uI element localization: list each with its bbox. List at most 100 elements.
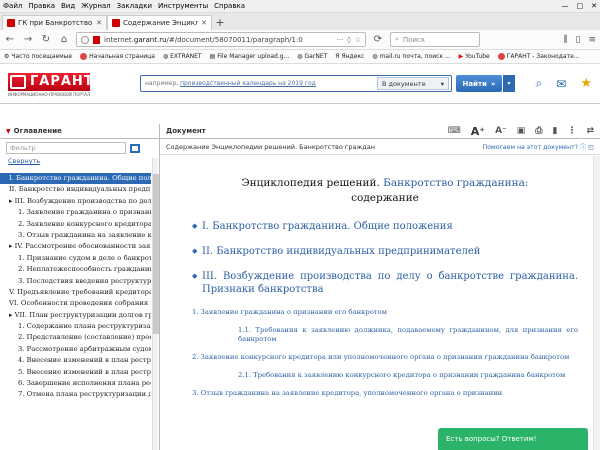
info-icon[interactable] (81, 35, 89, 44)
document-scrollbar[interactable] (593, 156, 600, 450)
save-icon[interactable]: ▣ (517, 126, 526, 136)
toc-item[interactable]: 5. Внесение изменений в план реструк (0, 367, 151, 378)
subsection-link[interactable]: 1.1. Требования к заявлению должника, по… (192, 326, 578, 344)
find-button[interactable]: Найти» (456, 75, 502, 92)
bookmark-item[interactable]: ◍ EXTRANET (163, 53, 202, 60)
back-icon[interactable]: ← (4, 34, 16, 45)
find-options-button[interactable]: ▾ (503, 75, 515, 92)
print-icon[interactable]: ⎙ (535, 126, 542, 136)
logo-subtitle: ИНФОРМАЦИОННО-ПРАВОВОЙ ПОРТАЛ (8, 91, 91, 97)
toc-item[interactable]: 2. Заявление конкурсного кредитора и (0, 219, 151, 230)
expand-icon[interactable]: ⇄ (586, 126, 594, 136)
mail-icon[interactable]: ✉ (556, 77, 566, 91)
subsection-link[interactable]: 2. Заявление конкурсного кредитора или у… (192, 353, 578, 362)
subsection-link[interactable]: 1. Заявление гражданина о признании его … (192, 308, 578, 317)
page-actions-icon[interactable]: ··· (337, 36, 344, 44)
library-icon[interactable]: ⫼ (563, 35, 567, 45)
font-decrease-icon[interactable]: A⁻ (495, 126, 507, 136)
browser-tab-1[interactable]: ГК при Банкротство гражд.. ✕ (2, 15, 107, 30)
toc-item[interactable]: 1. Заявление гражданина о признани (0, 207, 151, 218)
bookmark-item[interactable]: Начальная страница (80, 53, 155, 60)
url-text[interactable]: internet.garant.ru/#/document/58070011/p… (104, 36, 333, 44)
toc-item[interactable]: 7. Отмена плана реструктуризации дол (0, 389, 151, 400)
garant-search-input[interactable]: например, производственный календарь на … (140, 75, 452, 92)
window-controls: — □ ✕ (562, 2, 598, 10)
toc-item[interactable]: 2. Неплатежеспособность гражданина (0, 264, 151, 275)
toc-item[interactable]: 3. Рассмотрение арбитражным судом п (0, 344, 151, 355)
more-icon[interactable]: ⋮ (567, 126, 576, 136)
menu-bookmarks[interactable]: Закладки (117, 2, 152, 10)
menu-history[interactable]: Журнал (81, 2, 110, 10)
reload-page-icon[interactable]: ⟳ (372, 34, 384, 45)
reload-icon[interactable]: ↻ (40, 34, 52, 45)
toc-item[interactable]: V. Предъявление требований кредиторам (0, 287, 151, 298)
chat-widget-button[interactable]: Есть вопросы? Ответим! (438, 428, 588, 450)
toc-item[interactable]: 1. Содержание плана реструктуризаци (0, 321, 151, 332)
help-link[interactable]: Помогаем на этот документ? ⓘ ◰ (483, 142, 600, 151)
menu-help[interactable]: Справка (214, 2, 245, 10)
toc-item[interactable]: ▸ VII. План реструктуризации долгов граж… (0, 310, 151, 321)
toc-item[interactable]: VI. Особенности проведения собрания кр (0, 298, 151, 309)
toc-item[interactable]: 2. Представление (составление) проект (0, 332, 151, 343)
menu-icon[interactable]: ≡ (588, 35, 596, 45)
window-icon[interactable] (130, 143, 140, 153)
bookmark-item[interactable]: Я Яндекс (335, 53, 364, 60)
tab-contents[interactable]: ▼ Оглавление (0, 124, 159, 139)
close-window-icon[interactable]: ✕ (591, 2, 597, 10)
browser-tab-2[interactable]: Содержание Энциклопедии реш ✕ (107, 15, 212, 30)
bookmark-item[interactable]: ◍ mail.ru почта, поиск ... (372, 53, 450, 60)
bookmark-star-icon[interactable]: ☆ (355, 36, 361, 44)
font-increase-icon[interactable]: A⁺ (471, 125, 485, 138)
toc-item[interactable]: ▸ III. Возбуждение производства по делу … (0, 196, 151, 207)
bookmark-item[interactable]: ⚙ Часто посещаемые (4, 53, 72, 60)
toc-panel: ▼ Оглавление Фильтр Свернуть I. Банкротст… (0, 124, 160, 450)
maximize-icon[interactable]: □ (577, 2, 584, 10)
new-tab-button[interactable]: + (212, 15, 228, 30)
subsection-link[interactable]: 3. Отзыв гражданина на заявление кредито… (192, 389, 578, 398)
browser-menubar: Файл Правка Вид Журнал Закладки Инструме… (0, 0, 600, 13)
folder-icon: ▤ (209, 53, 216, 60)
favorites-star-icon[interactable]: ★ (580, 76, 592, 91)
garant-logo[interactable]: ГАРАНТ ИНФОРМАЦИОННО-ПРАВОВОЙ ПОРТАЛ (8, 69, 93, 99)
sidebar-icon[interactable]: ▯ (576, 35, 581, 45)
bookmark-item[interactable]: ГАРАНТ - Законодате... (497, 53, 580, 60)
filter-search-icon[interactable]: ⌕ (536, 76, 543, 91)
toc-item[interactable]: 6. Завершение исполнения плана рест (0, 378, 151, 389)
bookmark-item[interactable]: ▶ YouTube (459, 53, 490, 60)
triangle-down-icon: ▼ (6, 127, 11, 135)
toc-item[interactable]: ▸ IV. Рассмотрение обоснованности заявле (0, 241, 151, 252)
translate-icon[interactable]: ⌨ (448, 126, 461, 136)
toc-item[interactable]: I. Банкротство гражданина. Общие поло (0, 173, 151, 185)
subsection-link[interactable]: 2.1. Требования к заявлению конкурсного … (192, 371, 578, 380)
pocket-icon[interactable]: ◊ (347, 36, 350, 44)
search-scope-select[interactable]: В документе ▾ (377, 77, 449, 90)
bookmark-item[interactable]: ◍ GarNET (297, 53, 327, 60)
close-tab-icon[interactable]: ✕ (201, 19, 207, 27)
minimize-icon[interactable]: — (562, 2, 569, 10)
home-icon[interactable]: ⌂ (58, 34, 70, 45)
scrollbar-thumb[interactable] (153, 174, 159, 334)
toc-item[interactable]: 1. Признание судом в деле о банкротст (0, 253, 151, 264)
document-sections: I. Банкротство гражданина. Общие положен… (192, 220, 578, 398)
toc-item[interactable]: 3. Отзыв гражданина на заявление кр (0, 230, 151, 241)
filter-input[interactable]: Фильтр (6, 142, 126, 154)
bookmark-icon[interactable]: ▮ (553, 126, 558, 136)
toc-scrollbar[interactable] (152, 158, 159, 450)
section-link[interactable]: II. Банкротство индивидуальных предприни… (192, 245, 578, 258)
toc-item[interactable]: 3. Последствия введения реструктури (0, 276, 151, 287)
section-link[interactable]: III. Возбуждение производства по делу о … (192, 270, 578, 296)
url-bar[interactable]: internet.garant.ru/#/document/58070011/p… (76, 32, 366, 47)
close-tab-icon[interactable]: ✕ (96, 19, 102, 27)
toc-item[interactable]: 4. Внесение изменений в план реструк (0, 355, 151, 366)
menu-edit[interactable]: Правка (28, 2, 55, 10)
tab-document[interactable]: Документ (166, 127, 206, 135)
forward-icon[interactable]: → (22, 34, 34, 45)
menu-file[interactable]: Файл (3, 2, 22, 10)
section-link[interactable]: I. Банкротство гражданина. Общие положен… (192, 220, 578, 233)
bookmark-item[interactable]: ▤ File Manager upload.g... (210, 53, 290, 60)
toc-item[interactable]: II. Банкротство индивидуальных предпр (0, 184, 151, 195)
collapse-link[interactable]: Свернуть (0, 157, 159, 167)
menu-view[interactable]: Вид (61, 2, 75, 10)
menu-tools[interactable]: Инструменты (158, 2, 208, 10)
browser-search-input[interactable]: ⌕ Поиск (390, 32, 480, 47)
